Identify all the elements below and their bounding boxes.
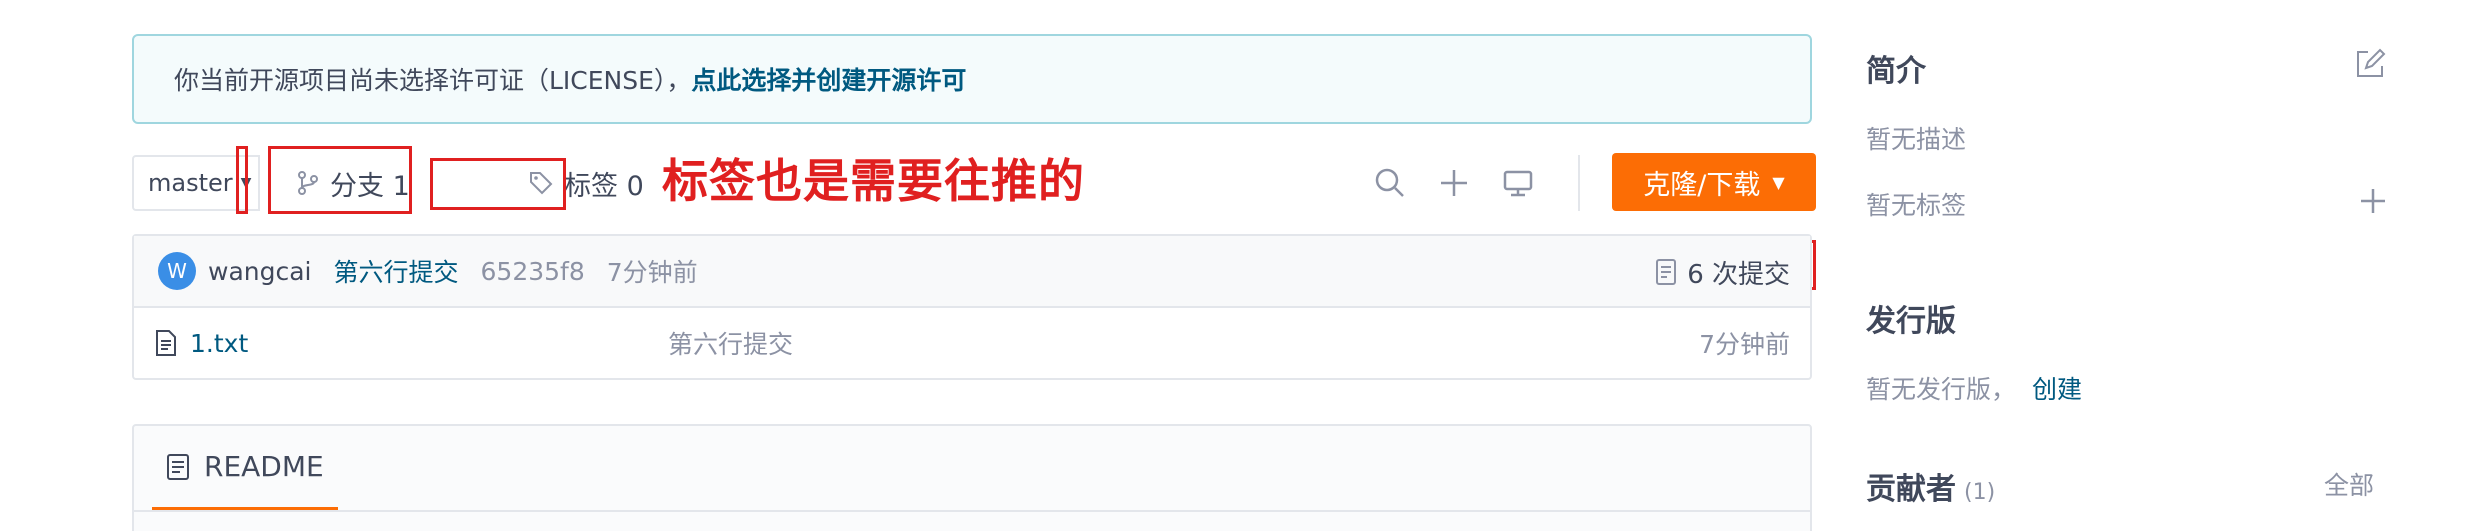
tags-count: 标签 0 bbox=[564, 170, 644, 202]
file-row: 1.txt 第六行提交 7分钟前 bbox=[134, 308, 1810, 378]
branch-select-label: master bbox=[148, 169, 233, 197]
contributors-all-link[interactable]: 全部 bbox=[2324, 466, 2374, 502]
edit-icon[interactable] bbox=[2354, 48, 2386, 80]
add-file-icon[interactable] bbox=[1436, 165, 1472, 201]
file-icon bbox=[156, 330, 176, 356]
file-name[interactable]: 1.txt bbox=[190, 329, 248, 358]
intro-tags: 暂无标签 bbox=[1866, 191, 1967, 220]
clone-download-button[interactable]: 克隆/下载 ▼ bbox=[1612, 153, 1816, 211]
readme-panel: README bbox=[132, 424, 1812, 531]
file-commit-message[interactable]: 第六行提交 bbox=[668, 325, 793, 361]
commits-link[interactable]: 6 次提交 bbox=[1655, 236, 1790, 308]
annotation-box-tags bbox=[430, 158, 566, 210]
contributors-title-text: 贡献者 bbox=[1866, 472, 1956, 507]
file-time: 7分钟前 bbox=[1699, 330, 1790, 359]
latest-commit-row: W wangcai 第六行提交 65235f8 7分钟前 6 次提交 bbox=[134, 236, 1810, 308]
releases-title: 发行版 bbox=[1866, 304, 1956, 339]
avatar[interactable]: W bbox=[158, 252, 196, 290]
commit-list-icon bbox=[1656, 259, 1677, 285]
readme-icon bbox=[167, 453, 189, 480]
annotation-text: 标签也是需要往推的 bbox=[662, 154, 1085, 208]
license-notice: 你当前开源项目尚未选择许可证（LICENSE）， 点此选择并创建开源许可 bbox=[132, 34, 1812, 124]
commit-time: 7分钟前 bbox=[606, 258, 698, 287]
tab-readme[interactable]: README bbox=[152, 426, 338, 510]
caret-down-icon: ▼ bbox=[1772, 172, 1785, 192]
web-ide-icon[interactable] bbox=[1500, 165, 1536, 201]
contributors-count: (1) bbox=[1964, 480, 1996, 505]
releases-text: 暂无发行版， bbox=[1866, 375, 2017, 404]
readme-tab-label: README bbox=[204, 450, 324, 483]
commit-message[interactable]: 第六行提交 bbox=[334, 253, 459, 289]
commit-author[interactable]: wangcai bbox=[208, 257, 312, 286]
choose-license-link[interactable]: 点此选择并创建开源许可 bbox=[691, 61, 966, 97]
readme-divider bbox=[134, 510, 1810, 512]
search-icon[interactable] bbox=[1372, 165, 1408, 201]
annotation-box-branch-select bbox=[236, 146, 248, 214]
contributors-title: 贡献者 (1) bbox=[1866, 464, 1995, 508]
license-notice-text: 你当前开源项目尚未选择许可证（LICENSE）， bbox=[174, 66, 692, 95]
annotation-box-branches bbox=[268, 146, 412, 214]
commit-sha[interactable]: 65235f8 bbox=[481, 257, 585, 286]
commits-count: 6 次提交 bbox=[1687, 259, 1790, 290]
create-release-link[interactable]: 创建 bbox=[2032, 375, 2082, 404]
intro-description: 暂无描述 bbox=[1866, 125, 1967, 154]
intro-title: 简介 bbox=[1866, 54, 1926, 89]
toolbar-divider bbox=[1578, 155, 1580, 211]
add-tag-icon[interactable] bbox=[2358, 186, 2388, 216]
file-table: W wangcai 第六行提交 65235f8 7分钟前 6 次提交 1.txt… bbox=[132, 234, 1812, 380]
releases-info: 暂无发行版， 创建 bbox=[1866, 370, 2082, 406]
clone-download-label: 克隆/下载 bbox=[1643, 169, 1761, 201]
